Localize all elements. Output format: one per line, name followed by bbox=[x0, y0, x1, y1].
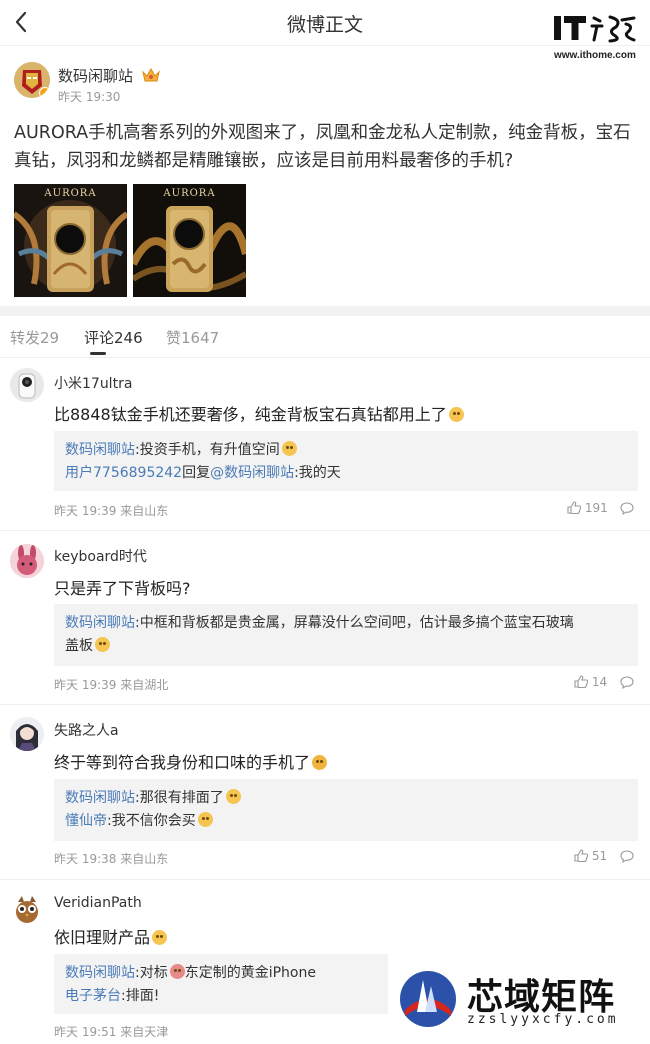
reply-box[interactable]: 数码闲聊站:中框和背板都是贵金属，屏幕没什么空间吧，估计最多搞个蓝宝石玻璃 盖板 bbox=[54, 604, 638, 666]
owl-avatar-icon bbox=[10, 892, 44, 926]
watermark: 芯域矩阵 zzslyyxcfy.com bbox=[397, 964, 650, 1044]
commenter-avatar[interactable] bbox=[10, 368, 44, 402]
post-author-avatar[interactable] bbox=[14, 62, 50, 98]
brand-logo-icon bbox=[400, 971, 456, 1027]
section-divider bbox=[0, 306, 650, 316]
pig-emoji-icon bbox=[169, 964, 185, 979]
reply-text: :中框和背板都是贵金属，屏幕没什么空间吧，估计最多搞个蓝宝石玻璃 bbox=[135, 615, 574, 631]
reply-bubble-icon[interactable] bbox=[620, 676, 634, 689]
camera-avatar-icon bbox=[10, 368, 44, 402]
commenter-avatar[interactable] bbox=[10, 544, 44, 578]
crown-badge-icon bbox=[142, 67, 160, 82]
reply-line: 数码闲聊站:投资手机，有升值空间 bbox=[65, 439, 627, 462]
tab-likes[interactable]: 赞1647 bbox=[166, 327, 219, 348]
reply-line: 数码闲聊站:中框和背板都是贵金属，屏幕没什么空间吧，估计最多搞个蓝宝石玻璃 bbox=[65, 612, 627, 635]
mention-link[interactable]: @数码闲聊站 bbox=[210, 465, 294, 481]
doge-emoji-icon bbox=[281, 441, 297, 456]
reply-line: 数码闲聊站:那很有排面了 bbox=[65, 787, 627, 810]
image-caption: AURORA bbox=[44, 188, 97, 199]
reply-user-name[interactable]: 电子茅台 bbox=[65, 988, 121, 1004]
phoenix-phone-image bbox=[14, 184, 127, 297]
ithome-url: www.ithome.com bbox=[554, 50, 636, 61]
like-button[interactable]: 51 bbox=[574, 849, 607, 863]
commenter-name[interactable]: VeridianPath bbox=[54, 895, 142, 911]
comment-meta: 昨天 19:51 来自天津 bbox=[54, 1025, 169, 1039]
ithome-logo-mark bbox=[554, 15, 636, 43]
active-tab-indicator bbox=[90, 352, 106, 355]
reply-text: :我不信你会买 bbox=[107, 813, 196, 829]
reply-bubble-icon[interactable] bbox=[620, 502, 634, 515]
reply-text: :排面! bbox=[121, 988, 160, 1004]
reply-line: 懂仙帝:我不信你会买 bbox=[65, 810, 627, 833]
interaction-tabs: 转发29 评论246 赞1647 bbox=[0, 316, 650, 358]
reply-box[interactable]: 数码闲聊站:那很有排面了 懂仙帝:我不信你会买 bbox=[54, 779, 638, 841]
post-text: AURORA手机高奢系列的外观图来了，凤凰和金龙私人定制款，纯金背板，宝石真钻，… bbox=[14, 123, 631, 171]
verified-badge-icon bbox=[39, 87, 50, 98]
comment-item: keyboard时代 只是弄了下背板吗? 数码闲聊站:中框和背板都是贵金属，屏幕… bbox=[0, 531, 650, 705]
comment-item: 失路之人a 终于等到符合我身份和口味的手机了 数码闲聊站:那很有排面了 懂仙帝:… bbox=[0, 705, 650, 880]
thumbs-up-icon bbox=[567, 501, 582, 515]
reply-text: :那很有排面了 bbox=[135, 790, 224, 806]
watermark-url: zzslyyxcfy.com bbox=[467, 1012, 619, 1027]
commenter-name[interactable]: 失路之人a bbox=[54, 720, 119, 740]
dragon-phone-image bbox=[133, 184, 246, 297]
comment-meta: 昨天 19:38 来自山东 bbox=[54, 852, 169, 866]
post-author-name[interactable]: 数码闲聊站 bbox=[58, 65, 133, 86]
comment-text: 依旧理财产品 bbox=[54, 924, 168, 948]
commenter-avatar[interactable] bbox=[10, 892, 44, 926]
reply-text: :对标 bbox=[135, 965, 168, 981]
like-count: 51 bbox=[591, 849, 608, 863]
reply-line: 数码闲聊站:对标 东定制的黄金iPhone bbox=[65, 962, 377, 985]
thumbs-up-icon bbox=[574, 849, 589, 863]
tab-comments[interactable]: 评论246 bbox=[84, 327, 143, 348]
post-image-phoenix[interactable]: AURORA bbox=[14, 184, 127, 297]
comment-text: 只是弄了下背板吗? bbox=[54, 579, 191, 598]
doge-emoji-icon bbox=[152, 930, 168, 945]
tab-repost[interactable]: 转发29 bbox=[10, 327, 59, 348]
doge-emoji-icon bbox=[225, 789, 241, 804]
like-button[interactable]: 191 bbox=[567, 501, 608, 515]
commenter-name[interactable]: 小米17ultra bbox=[54, 373, 132, 393]
doge-emoji-icon bbox=[95, 637, 110, 652]
comment-meta: 昨天 19:39 来自山东 bbox=[54, 504, 169, 518]
comment-text: 终于等到符合我身份和口味的手机了 bbox=[54, 749, 328, 773]
crying-emoji-icon bbox=[312, 755, 328, 770]
comment-item: 小米17ultra 比8848钛金手机还要奢侈，纯金背板宝石真钻都用上了 数码闲… bbox=[0, 359, 650, 531]
doge-emoji-icon bbox=[448, 407, 464, 422]
reply-box[interactable]: 数码闲聊站:对标 东定制的黄金iPhone 电子茅台:排面! bbox=[54, 954, 388, 1014]
reply-text: 回复 bbox=[182, 465, 211, 481]
image-caption: AURORA bbox=[163, 188, 216, 199]
ithome-logo: www.ithome.com bbox=[552, 12, 642, 61]
reply-text: 东定制的黄金iPhone bbox=[184, 965, 316, 981]
like-count: 14 bbox=[591, 675, 608, 689]
rabbit-avatar-icon bbox=[10, 544, 44, 578]
like-button[interactable]: 14 bbox=[574, 675, 607, 689]
anime-girl-avatar-icon bbox=[10, 717, 44, 751]
reply-line: 盖板 bbox=[65, 635, 627, 658]
reply-text: 盖板 bbox=[65, 638, 93, 654]
reply-user-name[interactable]: 数码闲聊站 bbox=[65, 442, 135, 458]
reply-line: 电子茅台:排面! bbox=[65, 985, 377, 1008]
reply-user-name[interactable]: 数码闲聊站 bbox=[65, 615, 135, 631]
reply-box[interactable]: 数码闲聊站:投资手机，有升值空间 用户7756895242回复@数码闲聊站:我的… bbox=[54, 431, 638, 491]
reply-bubble-icon[interactable] bbox=[620, 850, 634, 863]
reply-user-name[interactable]: 数码闲聊站 bbox=[65, 965, 135, 981]
thumbs-up-icon bbox=[574, 675, 589, 689]
reply-user-name[interactable]: 数码闲聊站 bbox=[65, 790, 135, 806]
comment-text: 比8848钛金手机还要奢侈，纯金背板宝石真钻都用上了 bbox=[54, 401, 464, 425]
commenter-avatar[interactable] bbox=[10, 717, 44, 751]
like-count: 191 bbox=[584, 501, 608, 515]
comment-meta: 昨天 19:39 来自湖北 bbox=[54, 678, 169, 692]
reply-line: 用户7756895242回复@数码闲聊站:我的天 bbox=[65, 462, 627, 485]
reply-text: :我的天 bbox=[294, 465, 341, 481]
reply-text: :投资手机，有升值空间 bbox=[135, 442, 280, 458]
post-time: 昨天 19:30 bbox=[58, 90, 121, 104]
reply-user-name[interactable]: 用户7756895242 bbox=[65, 465, 182, 481]
commenter-name[interactable]: keyboard时代 bbox=[54, 546, 147, 566]
post-image-dragon[interactable]: AURORA bbox=[133, 184, 246, 297]
reply-user-name[interactable]: 懂仙帝 bbox=[65, 813, 107, 829]
doge-emoji-icon bbox=[197, 812, 213, 827]
